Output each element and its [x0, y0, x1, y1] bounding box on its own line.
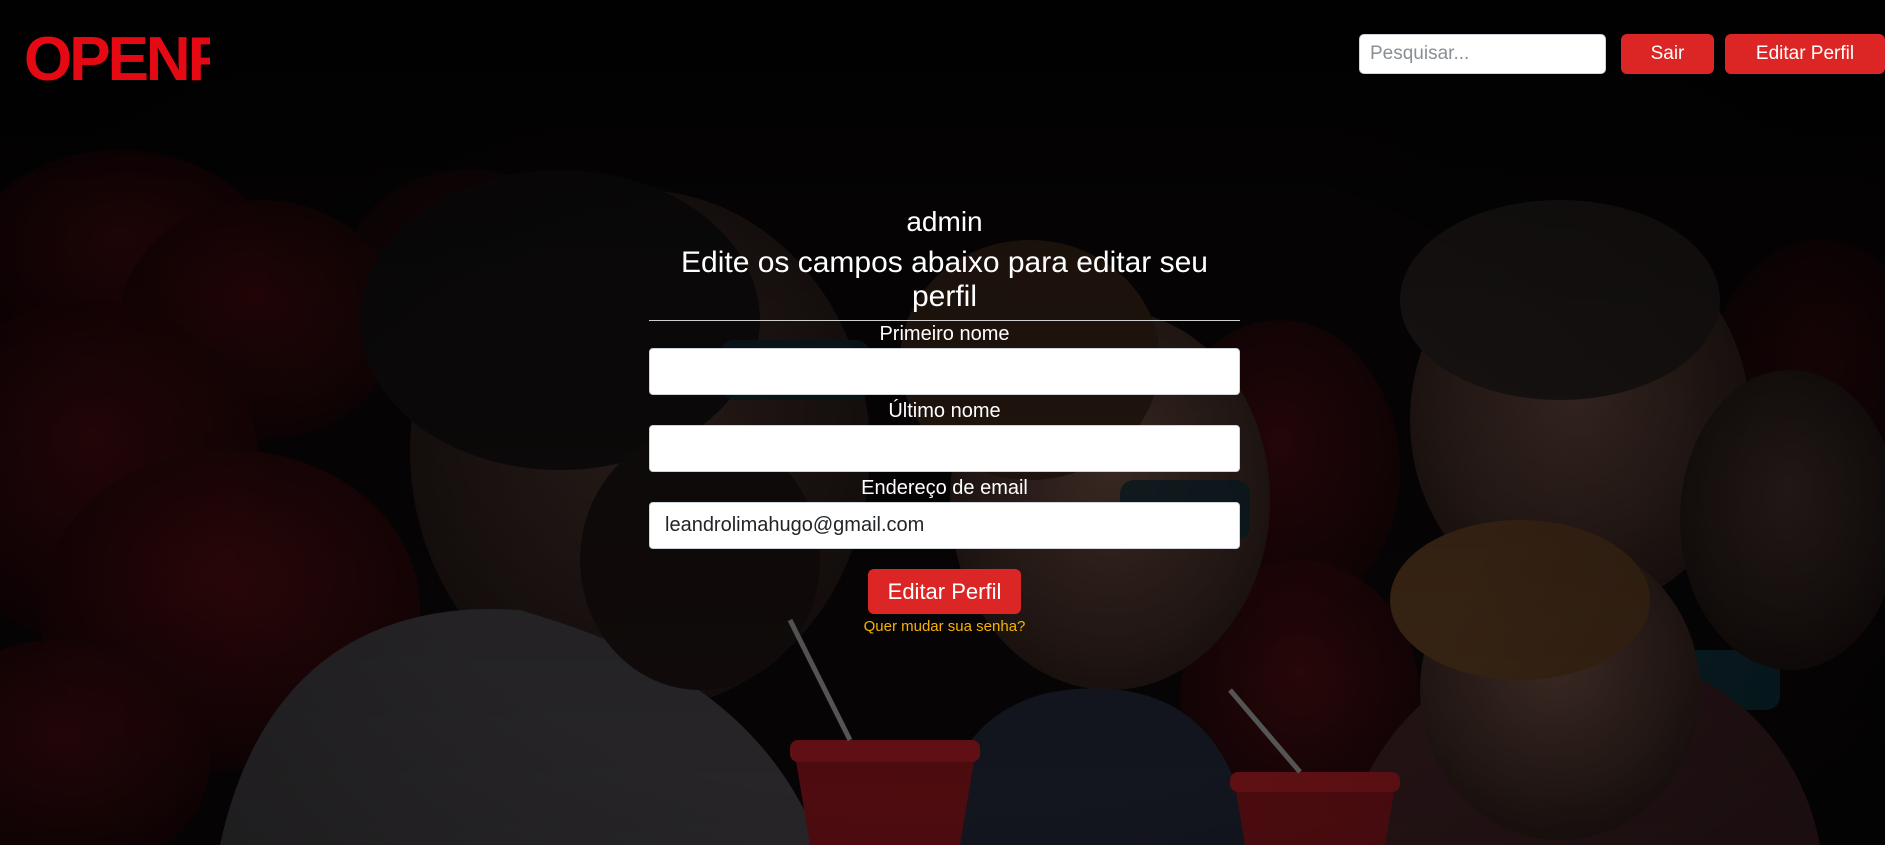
email-field[interactable]	[649, 502, 1240, 549]
username-heading: admin	[906, 206, 983, 237]
logo-text: OPENFLIX	[24, 25, 210, 94]
change-password-link[interactable]: Quer mudar sua senha?	[649, 618, 1240, 635]
logout-button[interactable]: Sair	[1621, 34, 1714, 74]
edit-profile-submit-button[interactable]: Editar Perfil	[868, 569, 1021, 614]
first-name-field[interactable]	[649, 348, 1240, 395]
email-label: Endereço de email	[861, 477, 1028, 499]
form-subtitle: Edite os campos abaixo para editar seu p…	[649, 246, 1240, 321]
openflix-logo[interactable]: OPENFLIX	[24, 10, 210, 98]
first-name-label: Primeiro nome	[879, 323, 1010, 345]
page: OPENFLIX Sair Editar Perfil admin Edite …	[0, 0, 1885, 845]
last-name-label: Último nome	[888, 400, 1001, 422]
edit-profile-nav-button[interactable]: Editar Perfil	[1725, 34, 1885, 74]
search-input[interactable]	[1359, 34, 1606, 74]
last-name-field[interactable]	[649, 425, 1240, 472]
